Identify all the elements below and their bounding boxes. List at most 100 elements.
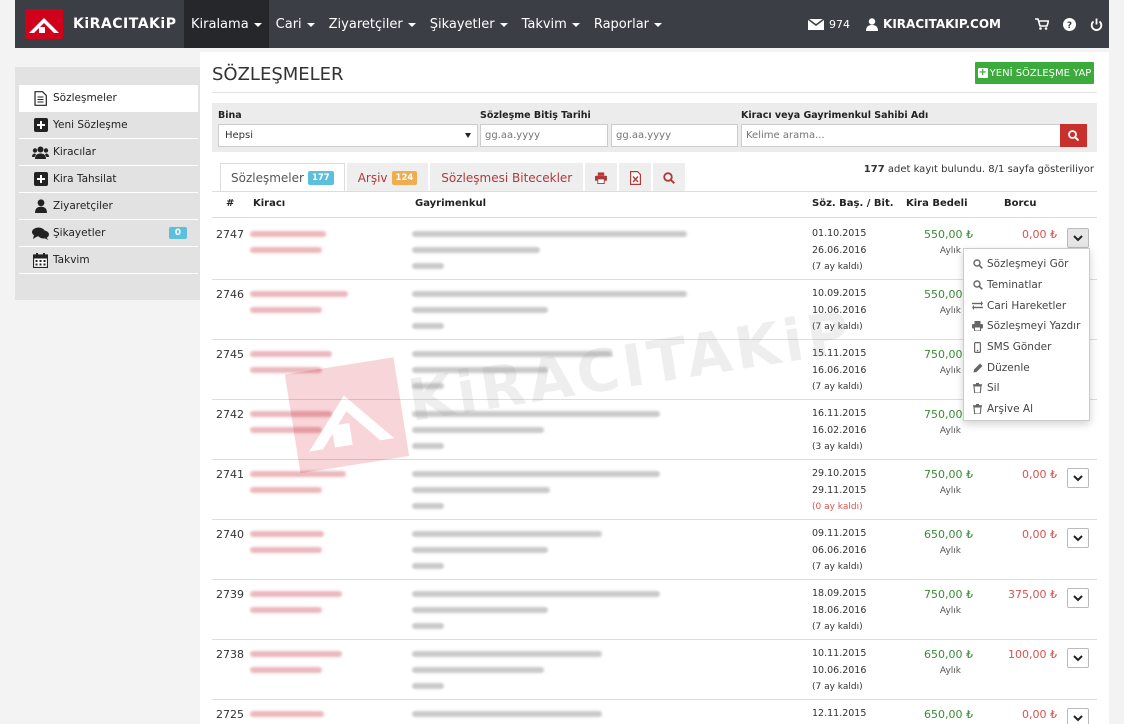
trash-icon — [972, 404, 983, 415]
main-content: SÖZLEŞMELER + YENİ SÖZLEŞME YAP Bina Hep… — [200, 52, 1109, 724]
tab-bar: Sözleşmeler 177 Arşiv 124 Sözleşmesi Bit… — [220, 163, 687, 192]
menu-item-print-contract[interactable]: Sözleşmeyi Yazdır — [964, 316, 1089, 337]
building-label: Bina — [218, 110, 242, 121]
sidebar-item-takvim[interactable]: Takvim — [19, 247, 198, 274]
row-actions-button[interactable] — [1067, 588, 1089, 608]
remaining-time: (7 ay kaldı) — [812, 622, 863, 632]
nav-raporlar[interactable]: Raporlar — [587, 0, 669, 48]
new-contract-button[interactable]: + YENİ SÖZLEŞME YAP — [975, 62, 1094, 84]
debt-amount: 0,00 ₺ — [1022, 528, 1057, 541]
sidebar-item-sikayetler[interactable]: Şikayetler 0 — [19, 220, 198, 247]
tab-ending-contracts[interactable]: Sözleşmesi Bitecekler — [430, 163, 584, 192]
row-actions-button[interactable] — [1067, 528, 1089, 548]
date-to-input[interactable] — [611, 124, 738, 147]
row-actions-button[interactable] — [1067, 708, 1089, 724]
tenant-name-redacted — [250, 291, 348, 297]
account-link[interactable]: KIRACITAKIP.COM — [866, 17, 1001, 31]
chevron-down-icon — [1073, 594, 1083, 601]
menu-item-delete[interactable]: Sil — [964, 378, 1089, 399]
chevron-down-icon — [1073, 654, 1083, 661]
tab-archive[interactable]: Arşiv 124 — [346, 163, 429, 192]
sidebar-item-label: Kira Tahsilat — [53, 173, 117, 185]
messages-link[interactable]: 974 — [808, 18, 850, 31]
top-navbar: KiRACITAKiP Kiralama Cari Ziyaretçiler Ş… — [15, 0, 1109, 48]
contract-no: 2742 — [216, 408, 244, 421]
start-date: 18.09.2015 — [812, 588, 867, 599]
property-address-redacted — [412, 531, 602, 537]
record-info-text: adet kayıt bulundu. 8/1 sayfa gösteriliy… — [887, 164, 1094, 175]
sidebar-item-label: Ziyaretçiler — [53, 200, 113, 212]
table-row[interactable]: 2738 10.11.2015 10.06.2016 (7 ay kaldı) … — [212, 640, 1097, 700]
menu-item-guarantees[interactable]: Teminatlar — [964, 275, 1089, 296]
property-owner-redacted — [412, 563, 444, 569]
tab-label: Arşiv — [357, 171, 388, 185]
col-property: Gayrimenkul — [415, 198, 487, 209]
property-owner-redacted — [412, 383, 444, 389]
nav-cari[interactable]: Cari — [269, 0, 322, 48]
sidebar-item-kira-tahsilat[interactable]: Kira Tahsilat — [19, 166, 198, 193]
menu-item-archive[interactable]: Arşive Al — [964, 399, 1089, 420]
property-detail-redacted — [412, 307, 548, 313]
col-tenant: Kiracı — [253, 198, 286, 209]
menu-item-account-movements[interactable]: Cari Hareketler — [964, 295, 1089, 316]
menu-item-send-sms[interactable]: SMS Gönder — [964, 337, 1089, 358]
tenant-name-redacted — [250, 531, 324, 537]
table-row[interactable]: 2740 09.11.2015 06.06.2016 (7 ay kaldı) … — [212, 520, 1097, 580]
sidebar-item-ziyaretciler[interactable]: Ziyaretçiler — [19, 193, 198, 220]
menu-item-view-contract[interactable]: Sözleşmeyi Gör — [964, 254, 1089, 275]
menu-item-edit[interactable]: Düzenle — [964, 357, 1089, 378]
logout-button[interactable] — [1090, 18, 1103, 31]
table-row[interactable]: 2741 29.10.2015 29.11.2015 (0 ay kaldı) … — [212, 460, 1097, 520]
brand[interactable]: KiRACITAKiP — [15, 0, 183, 48]
row-actions-button[interactable] — [1067, 648, 1089, 668]
table-row[interactable]: 2739 18.09.2015 18.06.2016 (7 ay kaldı) … — [212, 580, 1097, 640]
sidebar-item-yeni-sozlesme[interactable]: Yeni Sözleşme — [19, 112, 198, 139]
menu-item-label: Sözleşmeyi Yazdır — [987, 320, 1081, 333]
start-date: 09.11.2015 — [812, 528, 867, 539]
building-select[interactable]: Hepsi — [218, 124, 478, 147]
property-address-redacted — [412, 231, 687, 237]
col-debt: Borcu — [1004, 198, 1037, 209]
contract-no: 2740 — [216, 528, 244, 541]
nav-label: Kiralama — [191, 16, 249, 32]
nav-label: Şikayetler — [429, 16, 495, 32]
cart-button[interactable] — [1035, 18, 1049, 30]
property-address-redacted — [412, 471, 660, 477]
sidebar-item-kiracilar[interactable]: Kiracılar — [19, 139, 198, 166]
tenant-name-redacted — [250, 231, 326, 237]
remaining-time: (7 ay kaldı) — [812, 262, 863, 272]
end-date: 10.06.2016 — [812, 665, 867, 676]
excel-export-button[interactable] — [619, 163, 652, 192]
contract-no: 2747 — [216, 228, 244, 241]
contract-no: 2741 — [216, 468, 244, 481]
chevron-down-icon — [1073, 474, 1083, 481]
menu-item-label: Sözleşmeyi Gör — [987, 258, 1069, 271]
row-actions-button[interactable] — [1067, 468, 1089, 488]
nav-sikayetler[interactable]: Şikayetler — [423, 0, 515, 48]
search-input[interactable] — [741, 124, 1061, 147]
main-nav: Kiralama Cari Ziyaretçiler Şikayetler Ta… — [184, 0, 669, 48]
message-count: 974 — [829, 17, 851, 31]
remaining-time: (7 ay kaldı) — [812, 682, 863, 692]
zoom-icon — [972, 259, 983, 270]
rent-amount: 750,00 ₺ — [924, 588, 973, 601]
tenant-phone-redacted — [250, 367, 322, 373]
nav-ziyaretciler[interactable]: Ziyaretçiler — [322, 0, 423, 48]
table-row[interactable]: 2725 12.11.2015 650,00 ₺ 0,00 ₺ — [212, 700, 1097, 724]
contract-no: 2745 — [216, 348, 244, 361]
help-button[interactable]: ? — [1063, 17, 1076, 31]
search-button[interactable] — [1060, 124, 1087, 147]
property-owner-redacted — [412, 443, 444, 449]
date-from-input[interactable] — [480, 124, 608, 147]
zoom-search-button[interactable] — [653, 163, 686, 192]
sidebar-item-sozlesmeler[interactable]: Sözleşmeler — [19, 85, 198, 112]
tab-contracts[interactable]: Sözleşmeler 177 — [220, 163, 345, 192]
row-actions-button[interactable] — [1067, 228, 1089, 248]
nav-takvim[interactable]: Takvim — [515, 0, 587, 48]
sidebar-item-label: Şikayetler — [53, 227, 106, 239]
nav-kiralama[interactable]: Kiralama — [184, 0, 269, 48]
search-label: Kiracı veya Gayrimenkul Sahibi Adı — [741, 110, 929, 121]
user-icon — [866, 17, 879, 31]
print-button[interactable] — [585, 163, 618, 192]
start-date: 10.09.2015 — [812, 288, 867, 299]
